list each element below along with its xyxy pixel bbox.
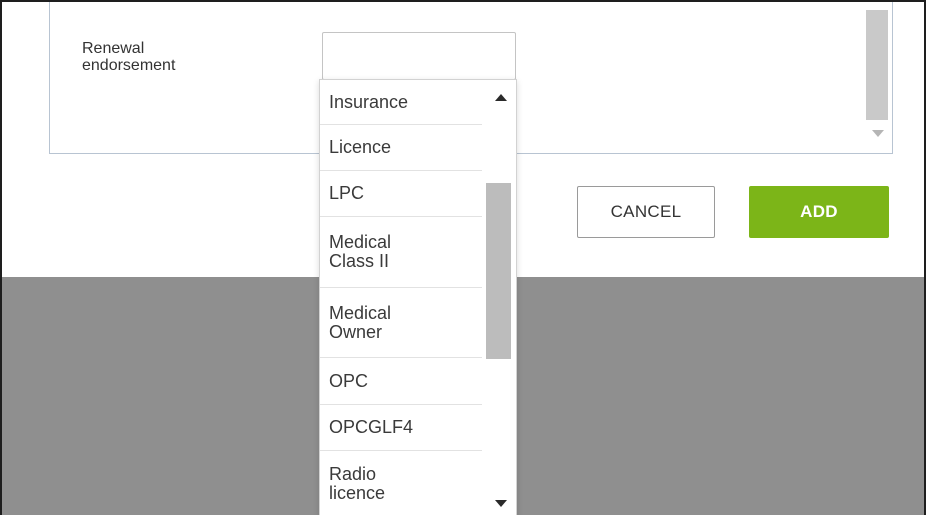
option-label: LPC xyxy=(329,183,365,203)
option-medical-owner[interactable]: Medical Owner xyxy=(320,288,482,358)
option-opc[interactable]: OPC xyxy=(320,358,482,405)
option-label: Insurance xyxy=(329,91,409,112)
option-lpc[interactable]: LPC xyxy=(320,171,482,217)
renewal-endorsement-select[interactable] xyxy=(322,32,516,80)
panel-scrollbar[interactable] xyxy=(862,2,892,152)
scroll-up-icon[interactable] xyxy=(495,94,507,101)
renewal-endorsement-label-text: Renewal endorsement xyxy=(82,40,176,74)
add-button[interactable]: ADD xyxy=(749,186,889,238)
option-label: Licence xyxy=(329,137,392,157)
option-radio-licence[interactable]: Radio licence xyxy=(320,451,482,515)
option-licence[interactable]: Licence xyxy=(320,125,482,171)
renewal-endorsement-label: Renewal endorsement xyxy=(82,40,282,74)
renewal-endorsement-dropdown[interactable]: Insurance Licence LPC Medical Class II M… xyxy=(319,79,517,515)
scroll-down-icon[interactable] xyxy=(872,130,884,137)
cancel-button[interactable]: CANCEL xyxy=(577,186,715,238)
option-opcglf4[interactable]: OPCGLF4 xyxy=(320,405,482,451)
scroll-down-icon[interactable] xyxy=(495,500,507,507)
panel-scroll-thumb[interactable] xyxy=(866,10,888,120)
option-label: Medical Class II xyxy=(329,232,392,271)
option-insurance[interactable]: Insurance xyxy=(320,80,482,125)
option-label: OPC xyxy=(329,370,369,391)
option-label: Radio licence xyxy=(329,463,386,503)
option-medical-class-ii[interactable]: Medical Class II xyxy=(320,217,482,288)
option-label: OPCGLF4 xyxy=(329,417,414,437)
dropdown-scrollbar[interactable] xyxy=(483,80,516,515)
dropdown-scroll-thumb[interactable] xyxy=(486,183,511,359)
option-label: Medical Owner xyxy=(329,302,392,342)
dropdown-options: Insurance Licence LPC Medical Class II M… xyxy=(320,80,482,515)
